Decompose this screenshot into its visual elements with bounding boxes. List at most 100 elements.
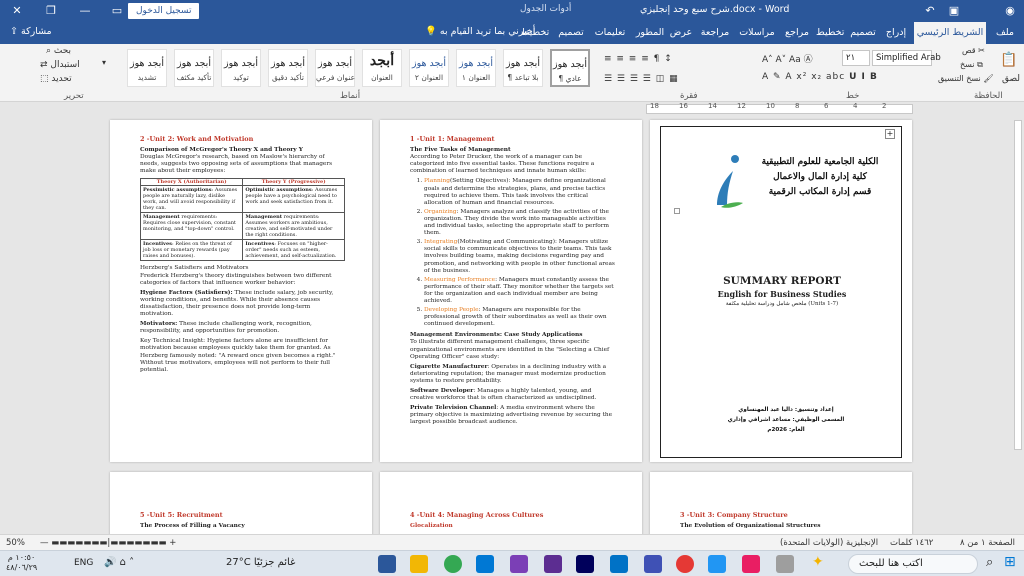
tab-view[interactable]: عرض <box>668 22 694 44</box>
file-explorer-icon[interactable] <box>410 555 428 573</box>
font-format-controls[interactable]: A ✎ A x² x₂ abc U I B <box>762 72 878 82</box>
document-area[interactable]: 2 -Unit 2: Work and Motivation Compariso… <box>0 116 1012 534</box>
style-item[interactable]: أبجد العنوان <box>362 49 402 87</box>
unit1-body: 1 -Unit 1: Management The Five Tasks of … <box>410 135 615 429</box>
autosave-toggle-icon[interactable]: ◉ <box>1000 0 1020 22</box>
edge-icon[interactable] <box>476 555 494 573</box>
styles-scroll-icon[interactable]: ▾ <box>102 58 106 67</box>
font-size-box[interactable]: ٢١ <box>842 50 870 66</box>
paragraph-alignment[interactable]: ☰ ☰ ☰ ☰ ◫ ▦ <box>604 74 679 84</box>
mail-icon[interactable] <box>776 555 794 573</box>
outlook-icon[interactable] <box>610 555 628 573</box>
page-unit-4[interactable]: 4 -Unit 4: Managing Across Cultures Gloc… <box>380 472 642 534</box>
tab-mailings[interactable]: مراسلات <box>736 22 778 44</box>
task-label: Integrating <box>424 239 458 246</box>
page-unit-2[interactable]: 2 -Unit 2: Work and Motivation Compariso… <box>110 120 372 462</box>
select-button[interactable]: ⬚ تحديد <box>40 74 72 84</box>
horizontal-ruler[interactable]: 18 16 14 12 10 8 6 4 2 <box>0 102 1024 116</box>
style-item[interactable]: أبجد هوز ¶ بلا تباعد <box>503 49 543 87</box>
case-label: Cigarette Manufacturer <box>410 363 488 370</box>
page-unit-3[interactable]: 3 -Unit 3: Company Structure The Evoluti… <box>650 472 912 534</box>
task-text: (Setting Objectives): Managers define or… <box>424 178 606 206</box>
style-sample: أبجد هوز <box>177 58 211 69</box>
cut-button[interactable]: قص ✂ <box>962 46 985 55</box>
group-font-label: خط <box>846 91 860 101</box>
zoom-level[interactable]: 50% <box>6 538 25 548</box>
minimize-window-icon[interactable]: — <box>68 0 102 22</box>
visual-studio-icon[interactable] <box>510 555 528 573</box>
style-item[interactable]: أبجد هوز تأكيد مكثف <box>174 49 214 87</box>
font-name-box[interactable]: Simplified Arab <box>872 50 941 66</box>
word-count[interactable]: ١٤٦٢ كلمات <box>890 538 933 548</box>
widgets-sparkle-icon[interactable]: ✦ <box>812 554 824 570</box>
page-unit-5[interactable]: 5 -Unit 5: Recruitment The Process of Fi… <box>110 472 372 534</box>
windows-start-icon[interactable]: ⊞ <box>1004 554 1016 570</box>
input-language[interactable]: ENG <box>74 558 93 568</box>
system-tray-icons[interactable]: 🔊 ⌂ ˄ <box>104 557 134 568</box>
report-units: ملخص شامل ودراسة تحليلية مكثفة (Units 1-… <box>725 301 839 307</box>
zoom-slider[interactable]: — ▬▬▬▬▬▬▬|▬▬▬▬▬▬▬ + <box>40 538 176 548</box>
copy-button[interactable]: نسخ ⧉ <box>960 60 983 70</box>
teams-icon[interactable] <box>708 555 726 573</box>
share-button[interactable]: ⇪ مشاركة <box>10 26 52 37</box>
paragraph-controls[interactable]: ≡ ≡ ≡ ≡ ¶ ↕ <box>604 54 673 64</box>
page-unit-1[interactable]: 1 -Unit 1: Management The Five Tasks of … <box>380 120 642 462</box>
word-app-icon[interactable] <box>378 555 396 573</box>
format-painter-button[interactable]: نسخ التنسيق 🖌 <box>938 74 993 83</box>
font-size-controls[interactable]: A˄ A˅ Aa Ⓐ <box>762 52 813 65</box>
photos-icon[interactable] <box>742 555 760 573</box>
close-window-icon[interactable]: ✕ <box>0 0 34 22</box>
tab-file[interactable]: ملف <box>990 22 1020 44</box>
style-item[interactable]: أبجد هوز تشديد <box>127 49 167 87</box>
style-item[interactable]: أبجد هوز عنوان فرعي <box>315 49 355 87</box>
paste-icon[interactable]: 📋 <box>1000 52 1017 68</box>
theory-xy-table: Theory X (Authoritarian) Theory Y (Progr… <box>139 178 345 262</box>
status-bar: 50% — ▬▬▬▬▬▬▬|▬▬▬▬▬▬▬ + الإنجليزية (الول… <box>0 534 1024 550</box>
save-icon[interactable]: ▣ <box>944 0 964 22</box>
report-title: SUMMARY REPORT <box>723 275 841 287</box>
undo-icon[interactable]: ↶ <box>920 0 940 22</box>
ruler-tick-label: 8 <box>795 102 800 110</box>
style-item[interactable]: أبجد هوز ¶ عادي <box>550 49 590 87</box>
tab-design[interactable]: تصميم <box>848 22 878 44</box>
taskbar-search[interactable]: اكتب هنا للبحث <box>848 554 978 574</box>
tab-review[interactable]: مراجعة <box>698 22 732 44</box>
table-move-handle-icon[interactable]: + <box>885 129 895 139</box>
onenote-icon[interactable] <box>544 555 562 573</box>
settings-app-icon[interactable] <box>644 555 662 573</box>
replace-button[interactable]: ⇄ استبدال <box>40 60 80 70</box>
restore-window-icon[interactable]: ❐ <box>34 0 68 22</box>
find-button[interactable]: ⌕ بحث <box>46 46 71 56</box>
page-count[interactable]: الصفحة ١ من ٨ <box>960 538 1015 548</box>
tab-table-layout[interactable]: تخطيط <box>518 22 552 44</box>
sign-in-button[interactable]: تسجيل الدخول <box>128 3 200 19</box>
university-line: الكلية الجامعية للعلوم التطبيقية <box>761 157 879 167</box>
tab-layout[interactable]: تخطيط <box>816 22 844 44</box>
clock[interactable]: ١٠:٥٠ م ٤٨/٠٦/٢٩ <box>6 553 37 573</box>
style-name: العنوان ٢ <box>414 73 444 82</box>
style-item[interactable]: أبجد هوز العنوان ١ <box>456 49 496 87</box>
table-cell: Incentives: Relies on the threat of job … <box>139 239 244 262</box>
search-icon[interactable]: ⌕ <box>986 555 993 570</box>
language-status[interactable]: الإنجليزية (الولايات المتحدة) <box>780 538 878 548</box>
page-cover[interactable]: + الكلية الجامعية للعلوم التطبيقية كلية … <box>650 120 912 462</box>
vertical-ruler[interactable] <box>1012 116 1024 534</box>
media-app-icon[interactable] <box>676 555 694 573</box>
motivators-label: Motivators: <box>140 321 178 328</box>
chrome-icon[interactable] <box>444 555 462 573</box>
unit3-heading: 3 -Unit 3: Company Structure <box>680 511 788 519</box>
tab-table-design[interactable]: تصميم <box>556 22 586 44</box>
tab-home[interactable]: الشريط الرئيسي <box>914 22 986 44</box>
tab-references[interactable]: مراجع <box>782 22 812 44</box>
audition-icon[interactable] <box>576 555 594 573</box>
weather-widget[interactable]: 27°C غائم جزئيًا <box>226 557 295 568</box>
style-item[interactable]: أبجد هوز تأكيد دقيق <box>268 49 308 87</box>
style-item[interactable]: أبجد هوز العنوان ٢ <box>409 49 449 87</box>
style-item[interactable]: أبجد هوز توكيد <box>221 49 261 87</box>
paste-label[interactable]: لصق <box>1002 74 1020 84</box>
task-label: Planning <box>424 178 450 185</box>
tab-insert[interactable]: إدراج <box>882 22 910 44</box>
tab-help[interactable]: تعليمات <box>590 22 630 44</box>
layout-anchor-icon[interactable] <box>674 208 680 214</box>
tab-developer[interactable]: المطور <box>634 22 666 44</box>
